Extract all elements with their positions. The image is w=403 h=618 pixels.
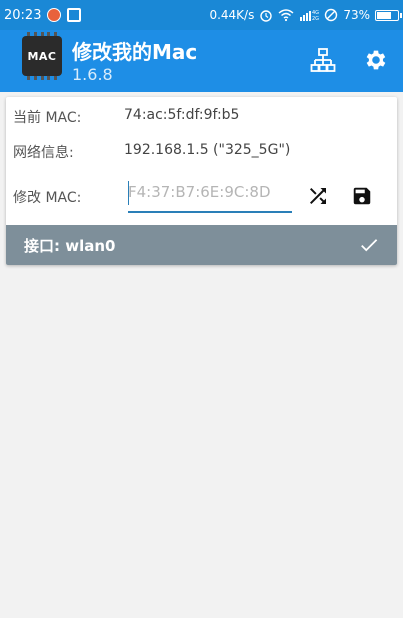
confirm-button[interactable] — [356, 232, 382, 258]
check-icon — [361, 239, 378, 252]
settings-button[interactable] — [362, 46, 390, 74]
save-mac-button[interactable] — [348, 182, 376, 210]
random-mac-button[interactable] — [304, 182, 332, 210]
app-title: 修改我的Mac — [72, 40, 198, 64]
app-logo-text: MAC — [27, 49, 57, 63]
network-info-label: 网络信息: — [13, 145, 74, 161]
signal-icon: 4G 2G — [300, 10, 319, 22]
network-icon — [310, 48, 336, 72]
do-not-disturb-icon — [325, 8, 338, 22]
alarm-icon — [260, 10, 273, 22]
mac-info-card: 当前 MAC: 74:ac:5f:df:9f:b5 网络信息: 192.168.… — [6, 97, 397, 265]
app-version: 1.6.8 — [72, 65, 113, 84]
status-time: 20:23 — [4, 7, 42, 23]
notification-icon — [47, 8, 62, 22]
app-logo-icon: MAC — [22, 32, 62, 80]
wifi-icon — [278, 9, 294, 22]
gear-icon — [366, 50, 386, 70]
network-button[interactable] — [309, 46, 337, 74]
mac-input-container — [128, 177, 292, 213]
current-mac-label: 当前 MAC: — [13, 110, 82, 126]
current-mac-value: 74:ac:5f:df:9f:b5 — [124, 107, 240, 123]
shuffle-icon — [310, 188, 326, 204]
svg-text:2G: 2G — [312, 16, 319, 22]
modify-mac-label: 修改 MAC: — [13, 190, 82, 206]
app-notification-icon — [67, 8, 82, 22]
battery-percent: 73% — [343, 8, 370, 22]
save-icon — [353, 187, 371, 205]
text-caret — [128, 181, 129, 205]
status-bar: 20:23 0.44K/s 4G 2G 73% — [0, 0, 403, 30]
app-bar: MAC 修改我的Mac 1.6.8 — [0, 30, 403, 92]
interface-bar[interactable]: 接口: wlan0 — [6, 225, 397, 265]
interface-label: 接口: wlan0 — [24, 237, 116, 255]
new-mac-input[interactable] — [128, 177, 292, 207]
network-info-value: 192.168.1.5 ("325_5G") — [124, 142, 291, 158]
net-speed: 0.44K/s — [209, 8, 255, 22]
battery-icon — [375, 9, 402, 21]
